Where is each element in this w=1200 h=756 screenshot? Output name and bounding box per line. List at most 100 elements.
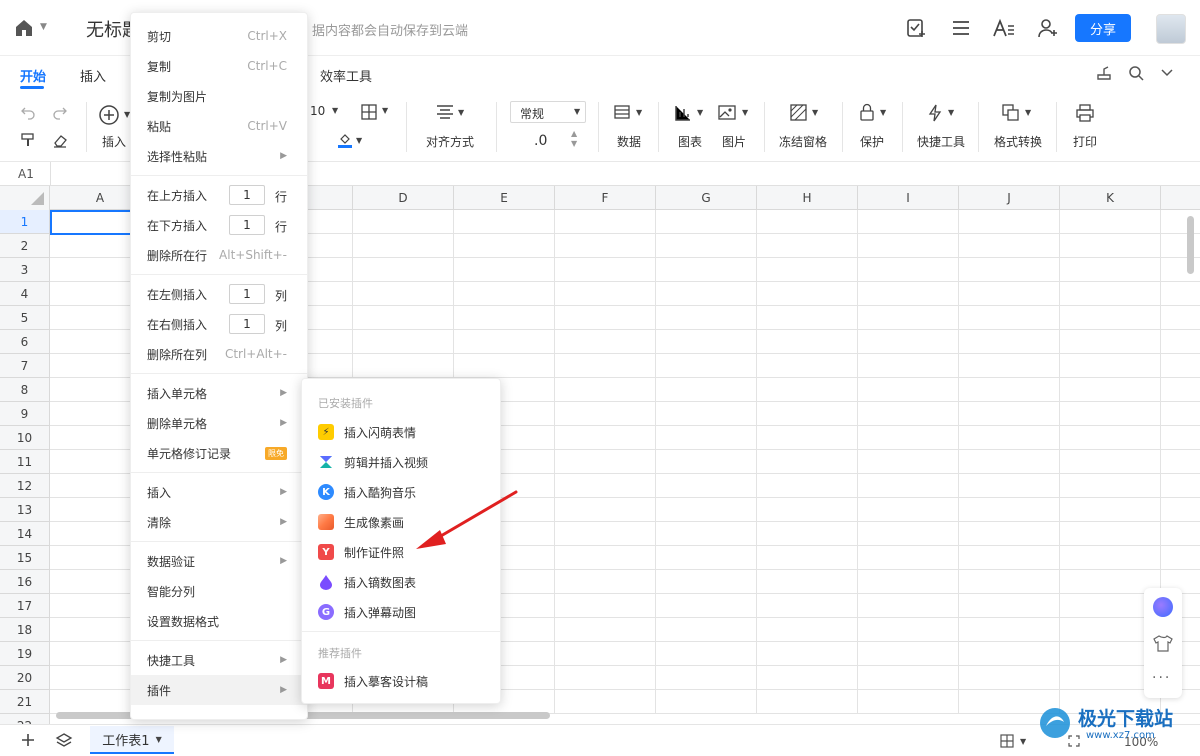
lightning-icon[interactable] <box>926 104 944 125</box>
chevron-down-icon[interactable]: ▼ <box>332 106 338 115</box>
add-sheet-icon[interactable] <box>20 732 36 751</box>
add-collaborator-icon[interactable] <box>1035 15 1061 41</box>
insert-label[interactable]: 插入 <box>102 133 126 150</box>
row-header[interactable]: 2 <box>0 234 50 258</box>
insert-plus-icon[interactable] <box>98 104 120 129</box>
row-header[interactable]: 8 <box>0 378 50 402</box>
insert-right-count[interactable]: 1 <box>229 314 265 334</box>
insert-left-count[interactable]: 1 <box>229 284 265 304</box>
grid-view-icon[interactable] <box>1000 734 1014 751</box>
column-header[interactable]: J <box>959 186 1060 210</box>
chevron-down-icon[interactable]: ▼ <box>458 108 464 117</box>
undo-icon[interactable] <box>20 104 36 123</box>
print-label[interactable]: 打印 <box>1073 133 1097 150</box>
font-size-icon[interactable] <box>991 15 1017 41</box>
menu-item-cut[interactable]: 剪切 Ctrl+X <box>131 21 307 51</box>
chevron-down-icon[interactable]: ▼ <box>880 108 886 117</box>
format-convert-label[interactable]: 格式转换 <box>994 133 1042 150</box>
chevron-down-icon[interactable]: ▼ <box>697 108 703 117</box>
menu-item-data-validation[interactable]: 数据验证 ▶ <box>131 546 307 576</box>
row-header[interactable]: 11 <box>0 450 50 474</box>
row-header[interactable]: 21 <box>0 690 50 714</box>
column-header[interactable]: D <box>353 186 454 210</box>
convert-icon[interactable] <box>1002 104 1020 125</box>
row-header[interactable]: 15 <box>0 546 50 570</box>
share-button[interactable]: 分享 <box>1075 14 1131 42</box>
menu-item-delete-cell[interactable]: 删除单元格 ▶ <box>131 408 307 438</box>
search-icon[interactable] <box>1127 64 1145 85</box>
font-size-select[interactable]: 10 <box>310 104 325 118</box>
row-header[interactable]: 3 <box>0 258 50 282</box>
freeze-icon[interactable] <box>790 104 808 125</box>
quick-tools-label[interactable]: 快捷工具 <box>917 133 965 150</box>
chevron-down-icon[interactable]: ▼ <box>1020 737 1026 746</box>
column-header[interactable]: F <box>555 186 656 210</box>
chart-icon[interactable] <box>674 104 692 125</box>
row-header[interactable]: 13 <box>0 498 50 522</box>
select-all-corner[interactable] <box>0 186 50 210</box>
tab-insert[interactable]: 插入 <box>80 66 106 85</box>
collapse-ribbon-icon[interactable] <box>1160 66 1174 83</box>
menu-item-delete-row[interactable]: 删除所在行 Alt+Shift+- <box>131 240 307 270</box>
row-header[interactable]: 18 <box>0 618 50 642</box>
picture-icon[interactable] <box>718 104 736 125</box>
chevron-down-icon[interactable]: ▼ <box>948 108 954 117</box>
row-header[interactable]: 12 <box>0 474 50 498</box>
row-header[interactable]: 19 <box>0 642 50 666</box>
shirt-icon[interactable] <box>1153 634 1173 655</box>
row-header[interactable]: 9 <box>0 402 50 426</box>
chevron-down-icon[interactable]: ▼ <box>1025 108 1031 117</box>
tab-efficiency[interactable]: 效率工具 <box>320 66 372 85</box>
plugin-item[interactable]: G 插入弹幕动图 <box>318 599 498 625</box>
menu-item-insert-cell[interactable]: 插入单元格 ▶ <box>131 378 307 408</box>
row-header[interactable]: 4 <box>0 282 50 306</box>
row-header[interactable]: 1 <box>0 210 50 234</box>
format-painter-icon[interactable] <box>20 132 36 151</box>
cell-reference[interactable]: A1 <box>18 167 34 181</box>
plugin-item[interactable]: ⚡ 插入闪萌表情 <box>318 419 498 445</box>
printer-icon[interactable] <box>1076 104 1094 125</box>
menu-item-copy-as-image[interactable]: 复制为图片 <box>131 81 307 111</box>
plugin-item[interactable]: 剪辑并插入视频 <box>318 449 498 475</box>
row-header[interactable]: 14 <box>0 522 50 546</box>
avatar[interactable] <box>1156 14 1186 44</box>
chevron-down-icon[interactable]: ▼ <box>356 136 362 145</box>
home-icon[interactable] <box>14 18 34 38</box>
border-icon[interactable] <box>361 104 377 123</box>
eraser-icon[interactable] <box>52 132 68 151</box>
menu-item-copy[interactable]: 复制 Ctrl+C <box>131 51 307 81</box>
column-header[interactable]: E <box>454 186 555 210</box>
chevron-down-icon[interactable]: ▼ <box>636 108 642 117</box>
freeze-label[interactable]: 冻结窗格 <box>779 133 827 150</box>
menu-item-cell-history[interactable]: 单元格修订记录 限免 <box>131 438 307 468</box>
data-label[interactable]: 数据 <box>617 133 641 150</box>
column-header[interactable]: K <box>1060 186 1161 210</box>
row-header[interactable]: 20 <box>0 666 50 690</box>
menu-item-paste[interactable]: 粘贴 Ctrl+V <box>131 111 307 141</box>
row-header[interactable]: 10 <box>0 426 50 450</box>
data-icon[interactable] <box>614 104 632 125</box>
menu-item-delete-column[interactable]: 删除所在列 Ctrl+Alt+- <box>131 339 307 369</box>
menu-icon[interactable] <box>948 15 974 41</box>
menu-item-paste-special[interactable]: 选择性粘贴 ▶ <box>131 141 307 171</box>
align-label[interactable]: 对齐方式 <box>426 133 474 150</box>
insert-below-count[interactable]: 1 <box>229 215 265 235</box>
menu-item-plugin[interactable]: 插件 ▶ <box>131 675 307 705</box>
column-header[interactable]: G <box>656 186 757 210</box>
chevron-down-icon[interactable]: ▼ <box>156 735 162 744</box>
row-header[interactable]: 17 <box>0 594 50 618</box>
lock-icon[interactable] <box>858 103 876 124</box>
plugin-item[interactable]: 插入镝数图表 <box>318 569 498 595</box>
chart-label[interactable]: 图表 <box>678 133 702 150</box>
row-header[interactable]: 5 <box>0 306 50 330</box>
column-header[interactable]: H <box>757 186 858 210</box>
plugin-item[interactable]: M 插入摹客设计稿 <box>318 668 498 694</box>
brush-icon[interactable] <box>1095 64 1113 85</box>
ai-assistant-icon[interactable] <box>1153 597 1173 617</box>
decimal-places[interactable]: .0 <box>534 133 547 149</box>
menu-item-data-format[interactable]: 设置数据格式 <box>131 606 307 636</box>
menu-item-insert[interactable]: 插入 ▶ <box>131 477 307 507</box>
redo-icon[interactable] <box>52 104 68 123</box>
decimal-stepper-icon[interactable]: ▲ ▼ <box>571 129 577 149</box>
insert-above-count[interactable]: 1 <box>229 185 265 205</box>
